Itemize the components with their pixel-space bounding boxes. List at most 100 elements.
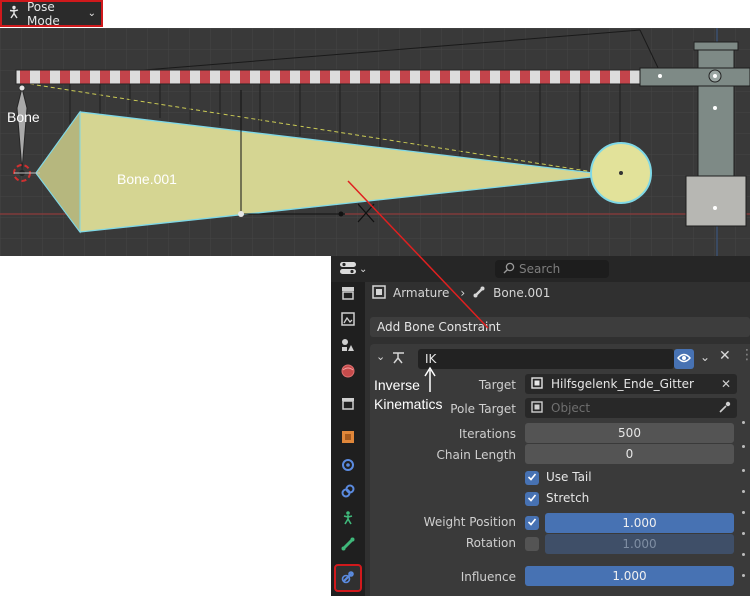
tab-render[interactable]	[336, 282, 360, 306]
tab-object[interactable]	[336, 426, 360, 450]
armature-object-icon	[372, 284, 386, 302]
rotation-value: 1.000	[622, 537, 657, 551]
collapse-chevron-icon[interactable]: ⌄	[376, 350, 385, 363]
inverse-kinematics-annotation: Inverse Kinematics	[374, 376, 442, 414]
eyedropper-icon[interactable]	[719, 401, 731, 416]
stretch-label: Stretch	[546, 491, 590, 505]
tab-output[interactable]	[336, 308, 360, 332]
search-icon	[503, 262, 515, 277]
collection-icon	[340, 395, 356, 414]
keyframe-dot[interactable]	[742, 553, 745, 556]
keyframe-dot[interactable]	[742, 445, 745, 448]
influence-label: Influence	[460, 570, 516, 584]
weight-position-value: 1.000	[622, 516, 657, 530]
weight-position-checkbox[interactable]	[525, 516, 539, 530]
rotation-label: Rotation	[465, 536, 516, 550]
chain-length-field[interactable]: 0	[525, 444, 734, 464]
breadcrumb-object: Armature	[393, 286, 450, 300]
tab-bone-constraints[interactable]	[334, 564, 362, 592]
render-icon	[340, 285, 356, 304]
annotation-line1: Inverse	[374, 377, 420, 393]
mode-selector[interactable]: Pose Mode ⌄	[0, 0, 103, 28]
tab-collection[interactable]	[336, 392, 360, 416]
keyframe-dot[interactable]	[742, 490, 745, 493]
weight-position-slider[interactable]: 1.000	[545, 513, 734, 533]
object-icon	[531, 376, 543, 392]
bone-label: Bone	[7, 109, 40, 125]
constraint-name: IK	[425, 352, 437, 366]
tab-object-data[interactable]	[336, 507, 360, 531]
pole-target-placeholder: Object	[551, 401, 591, 415]
bone-constraint-icon	[340, 569, 356, 588]
stretch-checkbox[interactable]	[525, 492, 539, 506]
ik-constraint-icon	[392, 350, 406, 369]
world-icon	[340, 363, 356, 382]
keyframe-dot[interactable]	[742, 574, 745, 577]
tab-view-layer[interactable]	[336, 334, 360, 358]
influence-slider[interactable]: 1.000	[525, 566, 734, 586]
keyframe-dot[interactable]	[742, 421, 745, 424]
search-placeholder: Search	[519, 262, 561, 276]
close-icon[interactable]: ✕	[719, 348, 731, 364]
breadcrumb-bone: Bone.001	[493, 286, 551, 300]
chevron-down-icon[interactable]: ⌄	[700, 350, 710, 364]
3d-viewport[interactable]: Bone Bone.001	[0, 28, 750, 256]
tab-object-constraints[interactable]	[336, 480, 360, 504]
constraint-name-field[interactable]: IK	[418, 349, 674, 369]
view-layer-icon	[340, 337, 356, 356]
tab-world[interactable]	[336, 360, 360, 384]
chevron-down-icon: ⌄	[359, 263, 368, 275]
properties-header: ⌄ Search	[331, 256, 750, 282]
pole-target-label: Pole Target	[450, 402, 516, 416]
checkmark-icon	[527, 516, 537, 530]
properties-editor-icon	[339, 261, 357, 278]
use-tail-checkbox[interactable]	[525, 471, 539, 485]
keyframe-dot[interactable]	[742, 511, 745, 514]
target-label: Target	[478, 378, 516, 392]
pole-target-field[interactable]: Object	[525, 398, 737, 418]
bone-icon	[472, 285, 486, 302]
checkmark-icon	[527, 471, 537, 485]
pose-mode-icon	[7, 5, 21, 22]
editor-type-selector[interactable]: ⌄	[339, 260, 371, 278]
keyframe-dot[interactable]	[742, 532, 745, 535]
iterations-value: 500	[618, 426, 641, 440]
bone-icon	[340, 536, 356, 555]
properties-content: Armature › Bone.001 Add Bone Constraint …	[366, 282, 750, 596]
physics-icon	[340, 456, 356, 475]
tab-modifiers[interactable]	[336, 453, 360, 477]
bone001-label: Bone.001	[117, 171, 177, 187]
weight-position-label: Weight Position	[423, 515, 516, 529]
object-constraint-icon	[340, 483, 356, 502]
search-input[interactable]: Search	[495, 260, 609, 278]
use-tail-label: Use Tail	[546, 470, 592, 484]
breadcrumb: Armature › Bone.001	[372, 282, 550, 304]
toggle-visibility-button[interactable]	[674, 349, 694, 369]
keyframe-dot[interactable]	[742, 469, 745, 472]
ik-constraint-panel: ⌄ IK ⌄ ✕ ⋮ Inverse Kinematics Target Hil…	[370, 344, 750, 596]
target-field[interactable]: Hilfsgelenk_Ende_Gitter ✕	[525, 374, 737, 394]
add-bone-constraint-button[interactable]: Add Bone Constraint	[370, 317, 750, 337]
drag-handle-icon[interactable]: ⋮	[740, 347, 750, 363]
rotation-slider[interactable]: 1.000	[545, 534, 734, 554]
iterations-label: Iterations	[458, 427, 516, 441]
clear-icon[interactable]: ✕	[721, 377, 731, 391]
chain-length-label: Chain Length	[436, 448, 516, 462]
rotation-checkbox[interactable]	[525, 537, 539, 551]
properties-tabs	[331, 282, 365, 596]
chevron-down-icon: ⌄	[87, 8, 96, 19]
checkmark-icon	[527, 492, 537, 506]
image-icon	[340, 311, 356, 330]
chevron-right-icon: ›	[460, 286, 466, 300]
target-value: Hilfsgelenk_Ende_Gitter	[551, 377, 694, 391]
tab-bone[interactable]	[336, 533, 360, 557]
object-icon	[531, 400, 543, 416]
object-icon	[340, 429, 356, 448]
chain-length-value: 0	[625, 447, 634, 461]
influence-value: 1.000	[612, 569, 647, 583]
constraint-header: ⌄ IK ⌄ ✕ ⋮	[370, 344, 750, 372]
annotation-line2: Kinematics	[374, 396, 443, 412]
iterations-field[interactable]: 500	[525, 423, 734, 443]
properties-editor: ⌄ Search Armature › Bone.001 Add Bone Co…	[331, 256, 750, 596]
armature-icon	[340, 510, 356, 529]
